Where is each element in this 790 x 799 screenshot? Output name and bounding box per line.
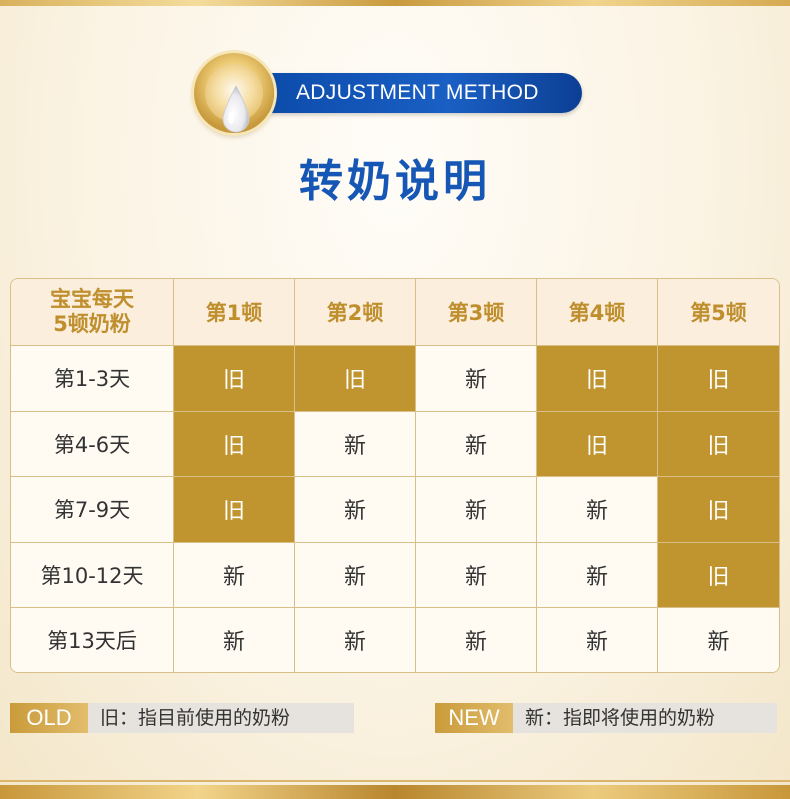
- table-row: 第7-9天旧新新新旧: [11, 477, 779, 543]
- table-row: 第10-12天新新新新旧: [11, 542, 779, 609]
- schedule-cell: 旧: [658, 411, 779, 478]
- column-header: 第2顿: [295, 279, 416, 346]
- schedule-cell: 新: [295, 608, 416, 672]
- legend-new-desc: 新：指即将使用的奶粉: [513, 703, 777, 733]
- schedule-cell: 旧: [174, 346, 295, 412]
- row-label: 第13天后: [11, 608, 174, 672]
- schedule-cell: 旧: [537, 411, 658, 478]
- table-row: 第13天后新新新新新: [11, 608, 779, 672]
- row-label: 第4-6天: [11, 411, 174, 478]
- row-label: 第7-9天: [11, 477, 174, 543]
- column-header: 第5顿: [658, 279, 779, 346]
- schedule-cell: 新: [174, 542, 295, 609]
- legend-old-tag: OLD: [10, 703, 88, 733]
- schedule-cell: 新: [416, 608, 537, 672]
- schedule-cell: 新: [416, 346, 537, 412]
- feeding-schedule-table: 宝宝每天 5顿奶粉 第1顿 第2顿 第3顿 第4顿 第5顿 第1-3天旧旧新旧旧…: [10, 278, 780, 673]
- schedule-cell: 新: [174, 608, 295, 672]
- schedule-cell: 旧: [658, 346, 779, 412]
- schedule-cell: 新: [537, 477, 658, 543]
- corner-line-2: 5顿奶粉: [53, 312, 131, 336]
- page-title: 转奶说明: [299, 156, 491, 207]
- bottom-divider: [0, 780, 790, 782]
- legend-old-desc: 旧：指目前使用的奶粉: [88, 703, 354, 733]
- schedule-cell: 新: [416, 477, 537, 543]
- table-header-row: 宝宝每天 5顿奶粉 第1顿 第2顿 第3顿 第4顿 第5顿: [11, 279, 779, 346]
- schedule-cell: 旧: [658, 542, 779, 609]
- schedule-cell: 新: [416, 542, 537, 609]
- schedule-cell: 新: [416, 411, 537, 478]
- header-subtitle: ADJUSTMENT METHOD: [296, 81, 539, 104]
- column-header: 第3顿: [416, 279, 537, 346]
- row-label: 第1-3天: [11, 346, 174, 412]
- schedule-cell: 新: [295, 542, 416, 609]
- schedule-cell: 新: [295, 411, 416, 478]
- bottom-gold-band: [0, 785, 790, 799]
- corner-header: 宝宝每天 5顿奶粉: [11, 279, 174, 346]
- schedule-cell: 旧: [295, 346, 416, 412]
- corner-line-1: 宝宝每天: [50, 287, 134, 311]
- schedule-cell: 旧: [174, 477, 295, 543]
- top-gold-band: [0, 0, 790, 6]
- table-row: 第4-6天旧新新旧旧: [11, 411, 779, 478]
- column-header: 第4顿: [537, 279, 658, 346]
- schedule-cell: 旧: [658, 477, 779, 543]
- schedule-cell: 旧: [537, 346, 658, 412]
- schedule-cell: 新: [658, 608, 779, 672]
- schedule-cell: 新: [537, 608, 658, 672]
- schedule-cell: 旧: [174, 411, 295, 478]
- legend-new-tag: NEW: [435, 703, 513, 733]
- schedule-cell: 新: [295, 477, 416, 543]
- column-header: 第1顿: [174, 279, 295, 346]
- row-label: 第10-12天: [11, 542, 174, 609]
- table-row: 第1-3天旧旧新旧旧: [11, 346, 779, 412]
- schedule-cell: 新: [537, 542, 658, 609]
- milk-drop-icon: [222, 85, 250, 133]
